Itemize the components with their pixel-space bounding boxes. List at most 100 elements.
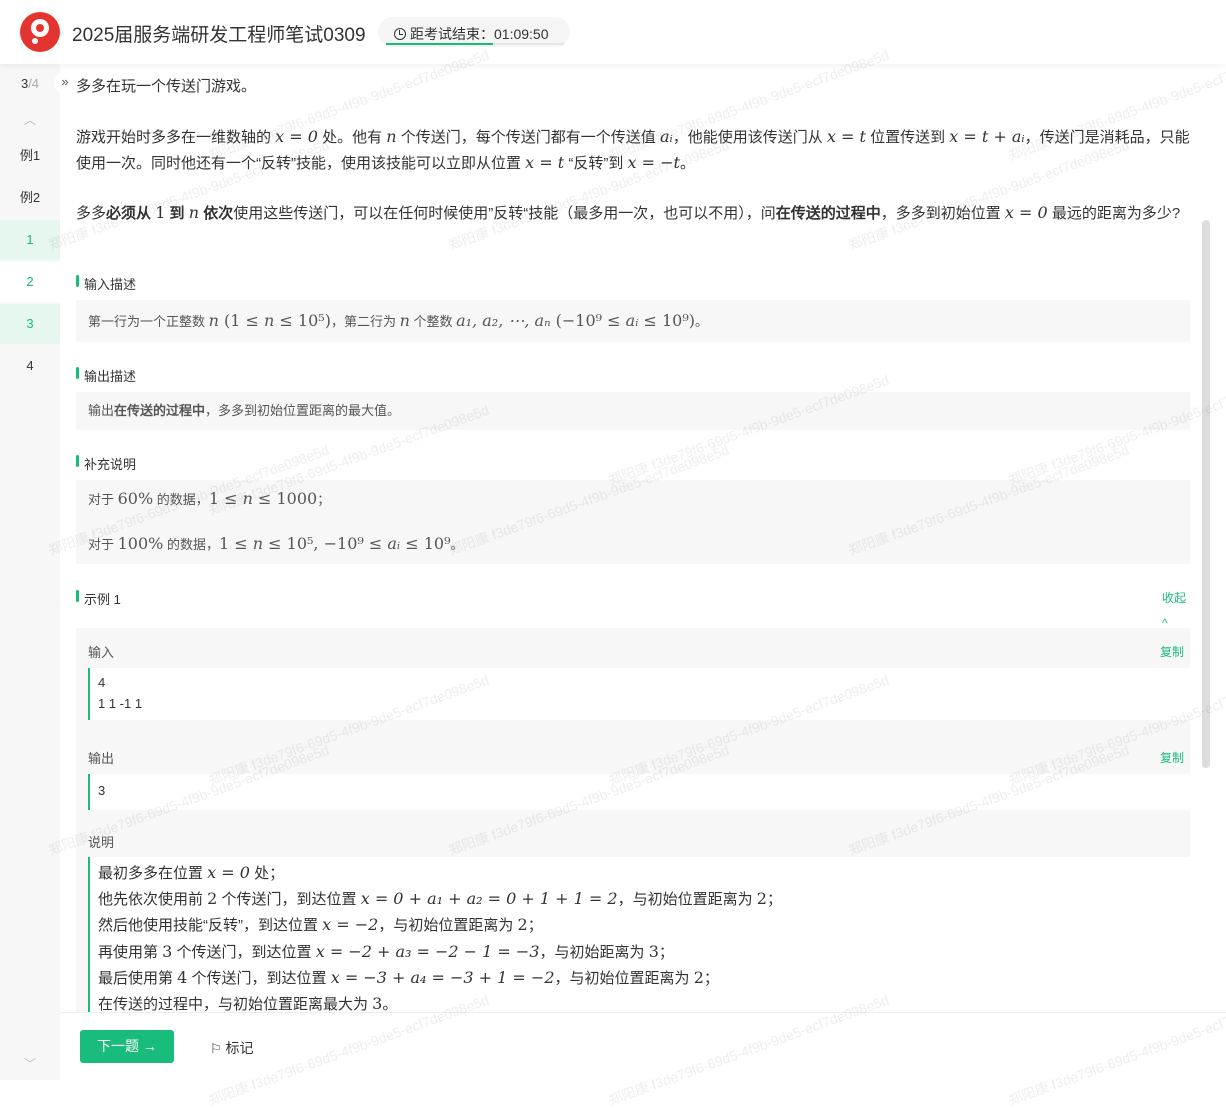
timer-value: 01:09:50 bbox=[494, 26, 549, 42]
text-segment: 第一行为一个正整数 bbox=[88, 314, 209, 329]
input-line: 1 1 -1 1 bbox=[98, 696, 143, 711]
sidebar: 3/4 ︿ 例1 例2 1 2 3 4 ﹀ bbox=[0, 64, 60, 1080]
text-segment: 。 bbox=[382, 996, 398, 1012]
text-segment: 个传送门，到达位置 bbox=[187, 969, 331, 987]
text-segment: 最后使用第 bbox=[98, 969, 178, 987]
explanation-line: 最初多多在位置 x = 0 处； bbox=[98, 860, 1190, 886]
explanation-line: 在传送的过程中，与初始位置距离最大为 3。 bbox=[98, 991, 1190, 1012]
text-segment: 多多 bbox=[76, 205, 107, 222]
sidebar-item-example-2[interactable]: 例2 bbox=[0, 178, 60, 218]
text-segment: 输出 bbox=[88, 403, 115, 418]
bold-text: 到 bbox=[165, 205, 189, 222]
sidebar-item-3[interactable]: 3 bbox=[0, 304, 60, 344]
sidebar-item-4[interactable]: 4 bbox=[0, 346, 60, 386]
text-segment: ，他能使用该传送门从 bbox=[672, 129, 827, 146]
math-expression: n bbox=[188, 203, 200, 222]
explanation-line: 最后使用第 4 个传送门，到达位置 x = −3 + a₄ = −3 + 1 =… bbox=[98, 965, 1190, 991]
progress-total: /4 bbox=[28, 76, 40, 91]
text-segment: “反转”到 bbox=[564, 155, 628, 172]
notes-heading: 补充说明 bbox=[76, 452, 136, 477]
input-desc-body: 第一行为一个正整数 n (1 ≤ n ≤ 10⁵)，第二行为 n 个整数 a₁,… bbox=[76, 300, 1190, 342]
text-segment: ，多多到初始位置距离的最大值。 bbox=[205, 403, 401, 418]
text-segment: ，第二行为 bbox=[330, 314, 400, 329]
copy-input-button[interactable]: 复制 bbox=[1160, 640, 1184, 665]
math-expression: n bbox=[264, 311, 275, 330]
text-segment: ； bbox=[766, 891, 782, 909]
text-segment: 个整数 bbox=[409, 314, 457, 329]
output-desc-body: 输出在传送的过程中，多多到初始位置距离的最大值。 bbox=[76, 392, 1190, 430]
text-segment: 然后他使用技能“反转”，到达位置 bbox=[98, 917, 323, 935]
mark-label: 标记 bbox=[225, 1040, 254, 1056]
math-expression: 3 bbox=[372, 994, 383, 1012]
math-expression: 2 bbox=[756, 889, 767, 909]
problem-content: 多多在玩一个传送门游戏。 游戏开始时多多在一维数轴的 x = 0 处。他有 n … bbox=[76, 64, 1190, 1012]
math-expression: x = 0 bbox=[1004, 203, 1048, 222]
scrollbar[interactable] bbox=[1202, 220, 1210, 768]
text-segment: 的数据， bbox=[153, 492, 209, 507]
math-expression: n bbox=[386, 127, 397, 146]
note-line: 对于 60% 的数据，1 ≤ n ≤ 1000； bbox=[88, 486, 330, 513]
text-segment: 个传送门，到达位置 bbox=[172, 943, 316, 961]
input-desc-heading: 输入描述 bbox=[76, 272, 136, 297]
text-segment: ，多多到初始位置 bbox=[880, 205, 1005, 222]
text-segment: 。 bbox=[695, 314, 709, 329]
math-expression: ≤ 1000 bbox=[252, 489, 318, 508]
math-expression: x = −t bbox=[627, 153, 680, 172]
math-expression: aᵢ bbox=[625, 311, 639, 330]
countdown-timer: 距考试结束：01:09:50 bbox=[378, 17, 570, 47]
sidebar-item-example-1[interactable]: 例1 bbox=[0, 136, 60, 176]
text-segment: 。 bbox=[450, 537, 464, 552]
math-expression: aᵢ bbox=[387, 534, 401, 553]
math-expression: 60% bbox=[117, 489, 154, 508]
math-expression: n bbox=[399, 311, 410, 330]
problem-paragraph-2: 游戏开始时多多在一维数轴的 x = 0 处。他有 n 个传送门，每个传送门都有一… bbox=[76, 124, 1190, 176]
math-expression: x = 0 bbox=[275, 127, 318, 146]
text-segment: 个传送门，每个传送门都有一个传送值 bbox=[396, 129, 660, 146]
text-segment: 个传送门，到达位置 bbox=[217, 891, 361, 909]
explanation-line: 他先依次使用前 2 个传送门，到达位置 x = 0 + a₁ + a₂ = 0 … bbox=[98, 886, 1190, 912]
text-segment: 最远的距离为多少? bbox=[1047, 205, 1181, 222]
math-expression: n bbox=[242, 489, 253, 508]
scroll-up-chevron-icon[interactable]: ︿ bbox=[0, 100, 60, 140]
math-expression: x = t bbox=[525, 153, 565, 172]
next-question-button[interactable]: 下一题 → bbox=[80, 1030, 174, 1063]
example-output[interactable]: 3 bbox=[88, 774, 1190, 810]
timer-progress-bar bbox=[386, 43, 564, 45]
problem-intro: 多多在玩一个传送门游戏。 bbox=[76, 78, 257, 95]
scroll-down-chevron-icon[interactable]: ﹀ bbox=[0, 1044, 60, 1084]
math-expression: n bbox=[252, 534, 264, 553]
problem-paragraph-3: 多多必须从 1 到 n 依次使用这些传送门，可以在任何时候使用”反转“技能（最多… bbox=[76, 200, 1190, 226]
text-segment: 再使用第 bbox=[98, 943, 163, 961]
flag-icon: ⚐ bbox=[210, 1041, 222, 1056]
text-segment: ； bbox=[703, 969, 719, 987]
math-expression: ≤ 10⁵) bbox=[274, 311, 331, 330]
text-segment: ，与初始距离为 bbox=[539, 943, 649, 961]
sidebar-item-2[interactable]: 2 bbox=[0, 262, 60, 302]
text-segment: 。 bbox=[679, 155, 695, 172]
math-expression: (−10⁹ ≤ bbox=[550, 311, 626, 330]
math-expression: 1 ≤ bbox=[219, 534, 253, 553]
input-line: 4 bbox=[98, 675, 106, 690]
question-progress: 3/4 bbox=[0, 64, 60, 104]
math-expression: a₁, a₂, ⋯, aₙ bbox=[456, 311, 551, 330]
copy-output-button[interactable]: 复制 bbox=[1160, 746, 1184, 771]
math-expression: x = t + aᵢ bbox=[949, 127, 1025, 146]
text-segment: 对于 bbox=[88, 492, 118, 507]
text-segment: 对于 bbox=[88, 537, 118, 552]
footer: 下一题 → ⚐ 标记 bbox=[60, 1012, 1226, 1080]
sidebar-item-1[interactable]: 1 bbox=[0, 220, 60, 260]
example-heading: 示例 1 bbox=[76, 587, 121, 612]
explanation-line: 然后他使用技能“反转”，到达位置 x = −2，与初始位置距离为 2； bbox=[98, 912, 1190, 938]
math-expression: (1 ≤ bbox=[218, 311, 265, 330]
output-desc-heading: 输出描述 bbox=[76, 364, 136, 389]
mark-button[interactable]: ⚐ 标记 bbox=[210, 1038, 254, 1058]
expand-sidebar-icon[interactable]: » bbox=[54, 72, 76, 94]
math-expression: 2 bbox=[517, 915, 528, 935]
text-segment: 的数据， bbox=[163, 537, 219, 552]
math-expression: aᵢ bbox=[659, 127, 673, 146]
math-expression: 2 bbox=[693, 967, 704, 987]
example-input[interactable]: 4 1 1 -1 1 bbox=[88, 668, 1190, 720]
example-explanation: 最初多多在位置 x = 0 处； 他先依次使用前 2 个传送门，到达位置 x = … bbox=[88, 857, 1190, 1012]
example-box: 输入 复制 4 1 1 -1 1 输出 复制 3 说明 最初多多在位置 x = 0… bbox=[76, 628, 1190, 1012]
math-expression: 2 bbox=[207, 889, 218, 909]
